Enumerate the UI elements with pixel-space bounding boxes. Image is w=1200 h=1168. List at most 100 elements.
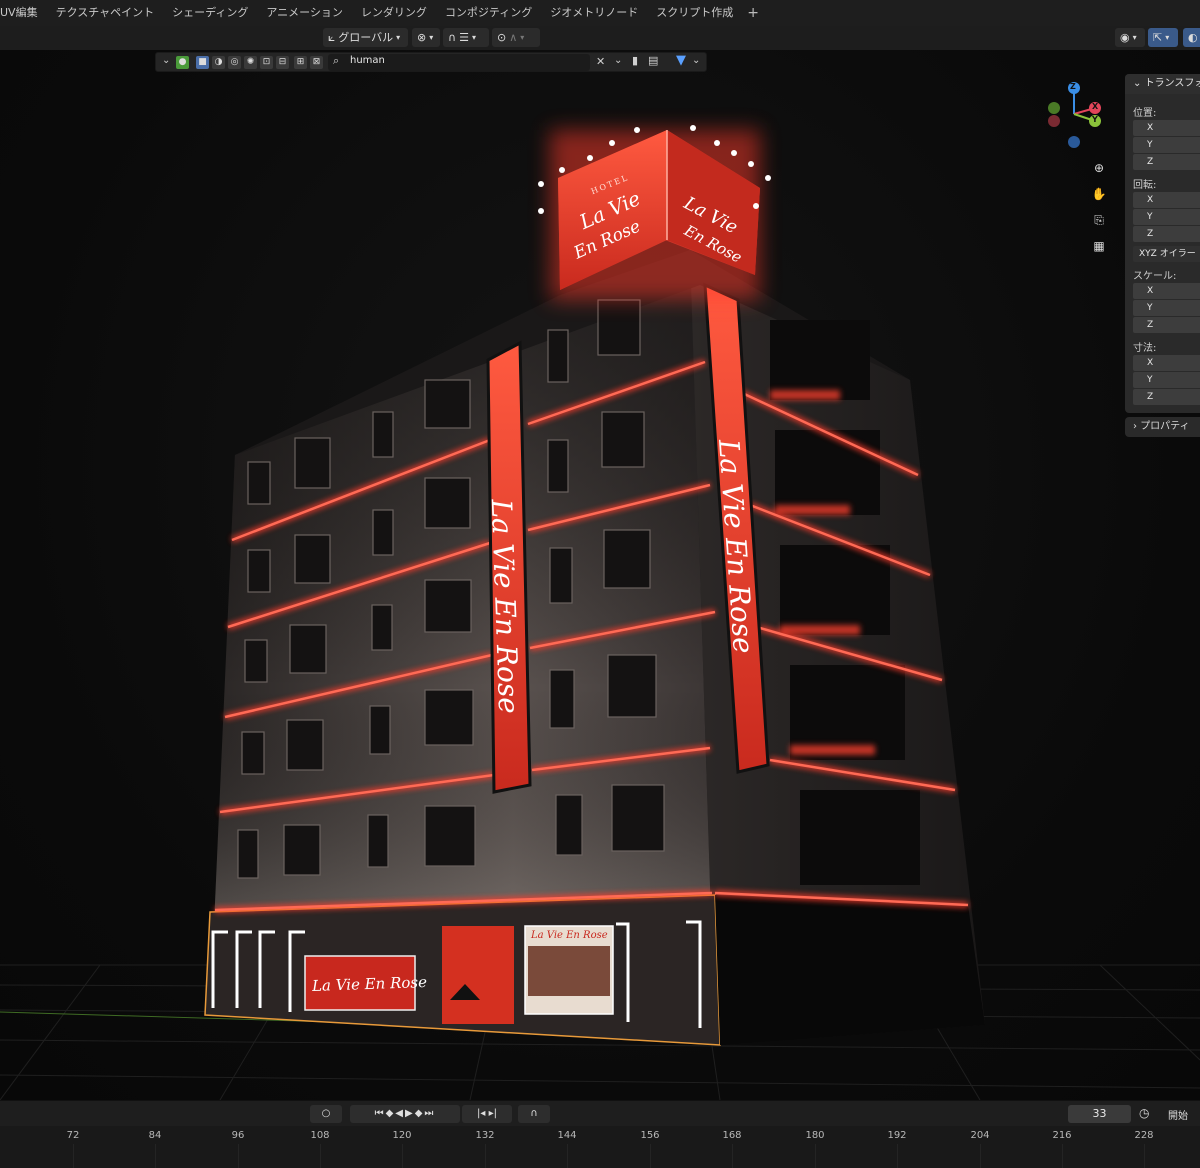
add-workspace-button[interactable]: + [741, 5, 765, 21]
frame-tick: 168 [722, 1130, 742, 1141]
misc-filter-icon[interactable]: ⊞ [294, 56, 307, 69]
next-frame-icon: ▸| [488, 1108, 497, 1119]
storefront-poster-text: La Vie En Rose [531, 930, 608, 941]
current-frame-field[interactable]: 33 [1068, 1105, 1131, 1123]
clear-search-icon[interactable]: ✕ [596, 55, 605, 68]
dimensions-y-field[interactable]: Y [1133, 372, 1200, 388]
mesh-filter-icon[interactable]: ■ [196, 56, 209, 69]
next-keyframe-icon[interactable]: ◆ [415, 1108, 425, 1119]
scale-x-field[interactable]: X [1133, 283, 1200, 299]
tab-scripting[interactable]: スクリプト作成 [646, 0, 741, 26]
world-filter-icon[interactable]: ⊟ [276, 56, 289, 69]
proportional-edit-icon: ⊙ [497, 31, 507, 44]
display-mode-icon[interactable]: ▤ [648, 54, 658, 67]
scale-z-field[interactable]: Z [1133, 317, 1200, 333]
transform-panel-header[interactable]: ⌄ トランスフォ [1125, 74, 1200, 94]
gizmo-z-label: Z [1070, 82, 1076, 91]
chevron-down-icon[interactable]: ⌄ [162, 55, 170, 66]
camera-view-icon[interactable]: ⎘ [1089, 210, 1109, 230]
frame-tick: 204 [970, 1130, 990, 1141]
zoom-icon[interactable]: ⊕ [1089, 158, 1109, 178]
gizmo-y-label: Y [1092, 115, 1098, 124]
frame-tick: 108 [310, 1130, 330, 1141]
object-filter-icon[interactable]: ● [176, 56, 189, 69]
rotation-x-field[interactable]: X [1133, 192, 1200, 208]
jump-end-icon[interactable]: ⏭ [424, 1108, 435, 1119]
properties-label: プロパティ [1140, 421, 1190, 432]
record-icon: ○ [321, 1108, 331, 1119]
bookmark-icon[interactable]: ▮ [632, 54, 638, 67]
material-filter-icon[interactable]: ◑ [212, 56, 225, 69]
frame-tick: 216 [1052, 1130, 1072, 1141]
transform-orientation-label: グローバル [338, 31, 394, 44]
frame-step-controls[interactable]: |◂ ▸| [462, 1105, 512, 1123]
transform-orientation-dropdown[interactable]: ⟀ グローバル ▾ [323, 28, 408, 47]
prev-frame-icon: |◂ [477, 1108, 486, 1119]
play-reverse-icon[interactable]: ◀ [395, 1108, 405, 1119]
frame-tick: 72 [66, 1130, 80, 1141]
hand-pan-icon[interactable]: ✋ [1089, 184, 1109, 204]
keying-dropdown[interactable]: ○ [310, 1105, 342, 1123]
chevron-down-icon: ▾ [471, 33, 476, 42]
timeline-ruler[interactable]: 72 84 96 108 120 132 144 156 168 180 192… [0, 1126, 1200, 1168]
tab-texture-paint[interactable]: テクスチャペイント [46, 0, 163, 26]
location-z-field[interactable]: Z [1133, 154, 1200, 170]
location-x-field[interactable]: X [1133, 120, 1200, 136]
tab-compositing[interactable]: コンポジティング [435, 0, 540, 26]
filter-icon[interactable]: ▼ [676, 53, 686, 68]
tab-shading[interactable]: シェーディング [162, 0, 256, 26]
location-y-field[interactable]: Y [1133, 137, 1200, 153]
gizmo-x-label: X [1092, 102, 1099, 111]
chevron-down-icon: ▾ [1165, 33, 1170, 42]
snap-toggle[interactable]: ∩ ☰ ▾ [443, 28, 489, 47]
visibility-dropdown[interactable]: ◉ ▾ [1115, 28, 1145, 47]
other-filter-icon[interactable]: ⊠ [310, 56, 323, 69]
pivot-point-dropdown[interactable]: ⊗ ▾ [412, 28, 440, 47]
rotation-y-field[interactable]: Y [1133, 209, 1200, 225]
start-frame-label[interactable]: 開始 [1168, 1107, 1188, 1122]
proportional-edit-toggle[interactable]: ⊙ ∧ ▾ [492, 28, 540, 47]
dimensions-x-field[interactable]: X [1133, 355, 1200, 371]
frame-tick: 120 [392, 1130, 412, 1141]
dimensions-z-field[interactable]: Z [1133, 389, 1200, 405]
frame-tick: 84 [148, 1130, 162, 1141]
frame-tick: 228 [1134, 1130, 1154, 1141]
auto-key-dropdown[interactable]: ∩ [518, 1105, 550, 1123]
scale-y-field[interactable]: Y [1133, 300, 1200, 316]
search-icon: ⌕ [333, 54, 340, 67]
properties-panel-header[interactable]: › プロパティ [1125, 417, 1200, 437]
gizmo-toggle[interactable]: ⇱ ▾ [1148, 28, 1178, 47]
rotation-mode-dropdown[interactable]: XYZ オイラー [1133, 246, 1200, 262]
outliner-search-input[interactable]: ⌕ human [328, 54, 590, 71]
tab-animation[interactable]: アニメーション [256, 0, 351, 26]
light-filter-icon[interactable]: ✺ [244, 56, 257, 69]
rotation-z-field[interactable]: Z [1133, 226, 1200, 242]
transform-panel-title: トランスフォ [1144, 78, 1200, 89]
camera-filter-icon[interactable]: ⊡ [260, 56, 273, 69]
grid-ortho-icon[interactable]: ▦ [1089, 236, 1109, 256]
chevron-down-icon[interactable]: ⌄ [692, 55, 700, 66]
tab-geometry-nodes[interactable]: ジオメトリノード [540, 0, 646, 26]
3d-viewport[interactable]: HOTEL La Vie En Rose La Vie En Rose La V… [0, 50, 1200, 1100]
magnet-icon: ∩ [448, 31, 457, 44]
gizmo-icon: ⇱ [1153, 31, 1163, 44]
dimensions-label: 寸法: [1133, 343, 1157, 354]
chevron-down-icon: ▾ [520, 33, 525, 42]
tab-uv-editing[interactable]: UV編集 [0, 0, 46, 26]
texture-filter-icon[interactable]: ◎ [228, 56, 241, 69]
jump-start-icon[interactable]: ⏮ [375, 1108, 386, 1119]
overlay-toggle[interactable]: ◐ [1183, 28, 1200, 47]
prev-keyframe-icon[interactable]: ◆ [386, 1108, 396, 1119]
transform-panel: ⌄ トランスフォ 位置: X Y Z 回転: X Y Z XYZ オイラー スケ… [1125, 74, 1200, 413]
chevron-down-icon[interactable]: ⌄ [614, 55, 622, 66]
snap-target-icon: ☰ [459, 31, 469, 44]
tab-rendering[interactable]: レンダリング [351, 0, 435, 26]
play-icon[interactable]: ▶ [405, 1108, 415, 1119]
scale-label: スケール: [1133, 271, 1177, 282]
frame-tick: 192 [887, 1130, 907, 1141]
viewport-header: ⟀ グローバル ▾ ⊗ ▾ ∩ ☰ ▾ ⊙ ∧ ▾ ◉ ▾ ⇱ ▾ ◐ [0, 26, 1200, 51]
chevron-down-icon: ▾ [396, 33, 401, 42]
frame-tick: 96 [231, 1130, 245, 1141]
stopwatch-icon[interactable]: ◷ [1139, 1106, 1149, 1120]
chevron-down-icon: ▾ [429, 33, 434, 42]
